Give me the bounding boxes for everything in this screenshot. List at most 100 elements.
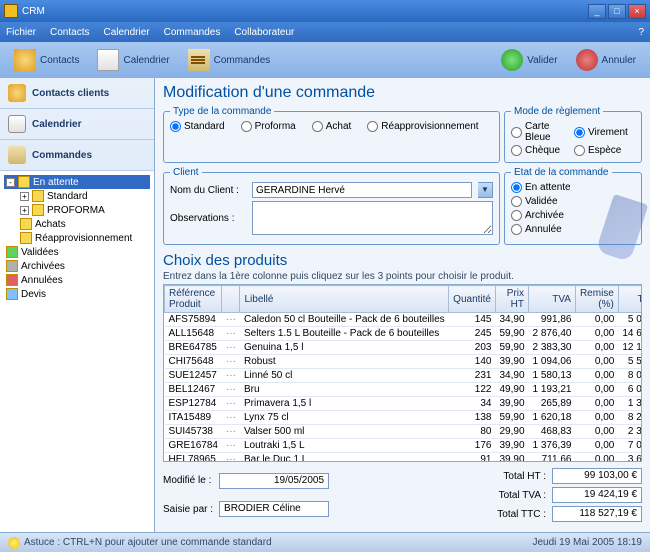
ellipsis-button[interactable]: ··· — [222, 327, 240, 341]
radio-type-1[interactable]: Proforma — [241, 121, 296, 132]
tree-reappro[interactable]: Réapprovisionnement — [18, 231, 150, 245]
menubar: Fichier Contacts Calendrier Commandes Co… — [0, 22, 650, 42]
table-row[interactable]: HEL78965···Bar le Duc 1 L9139,90711,660,… — [165, 453, 643, 463]
col-header[interactable]: Libellé — [240, 286, 449, 313]
menu-calendrier[interactable]: Calendrier — [103, 27, 149, 38]
ellipsis-button[interactable]: ··· — [222, 313, 240, 327]
menu-help[interactable]: ? — [638, 27, 644, 38]
table-row[interactable]: BEL12467···Bru12249,901 193,210,006 087,… — [165, 383, 643, 397]
col-header[interactable]: Quantité — [449, 286, 496, 313]
toolbar-commandes[interactable]: Commandes — [182, 46, 277, 74]
expand-icon[interactable]: + — [20, 206, 29, 215]
radio-label: Annulée — [525, 224, 562, 235]
radio-label: En attente — [525, 182, 571, 193]
table-row[interactable]: AFS75894···Caledon 50 cl Bouteille - Pac… — [165, 313, 643, 327]
menu-contacts[interactable]: Contacts — [50, 27, 89, 38]
ellipsis-button[interactable]: ··· — [222, 355, 240, 369]
col-header[interactable]: Total HT — [618, 286, 642, 313]
tree-archivees[interactable]: Archivées — [4, 259, 150, 273]
table-row[interactable]: CHI75648···Robust14039,901 094,060,005 5… — [165, 355, 643, 369]
table-row[interactable]: ALL15648···Selters 1.5 L Bouteille - Pac… — [165, 327, 643, 341]
radio-input[interactable] — [511, 224, 522, 235]
tree-proforma[interactable]: + PROFORMA — [18, 203, 150, 217]
radio-input[interactable] — [511, 145, 522, 156]
radio-input[interactable] — [511, 196, 522, 207]
tree-standard[interactable]: +Standard — [18, 189, 150, 203]
cell: 59,90 — [495, 341, 528, 355]
minimize-button[interactable]: _ — [588, 4, 606, 19]
ellipsis-button[interactable]: ··· — [222, 397, 240, 411]
ellipsis-button[interactable]: ··· — [222, 453, 240, 463]
table-row[interactable]: BRE64785···Genuina 1,5 l20359,902 383,30… — [165, 341, 643, 355]
toolbar-calendrier[interactable]: Calendrier — [91, 46, 175, 74]
menu-collaborateur[interactable]: Collaborateur — [234, 27, 294, 38]
table-row[interactable]: SUE12457···Linné 50 cl23134,901 580,130,… — [165, 369, 643, 383]
radio-mode-3[interactable]: Espèce — [574, 145, 635, 156]
products-table-wrap[interactable]: Référence ProduitLibelléQuantitéPrix HTT… — [163, 284, 642, 462]
ellipsis-button[interactable]: ··· — [222, 411, 240, 425]
ellipsis-button[interactable]: ··· — [222, 439, 240, 453]
table-row[interactable]: SUI45738···Valser 500 ml8029,90468,830,0… — [165, 425, 643, 439]
collapse-icon[interactable]: - — [6, 178, 15, 187]
sidebar-calendrier[interactable]: Calendrier — [0, 109, 154, 140]
radio-mode-0[interactable]: Carte Bleue — [511, 121, 572, 143]
folder-icon — [32, 190, 44, 202]
total-tva-label: Total TVA : — [497, 490, 546, 501]
radio-input[interactable] — [511, 127, 522, 138]
ellipsis-button[interactable]: ··· — [222, 369, 240, 383]
sidebar-commandes-label: Commandes — [32, 150, 92, 161]
expand-icon[interactable]: + — [20, 192, 29, 201]
radio-type-3[interactable]: Réapprovisionnement — [367, 121, 478, 132]
client-name-input[interactable] — [252, 182, 472, 198]
radio-mode-2[interactable]: Chèque — [511, 145, 572, 156]
radio-input[interactable] — [511, 210, 522, 221]
toolbar-valider[interactable]: Valider — [495, 46, 563, 74]
radio-input[interactable] — [511, 182, 522, 193]
menu-commandes[interactable]: Commandes — [164, 27, 221, 38]
radio-type-0[interactable]: Standard — [170, 121, 225, 132]
radio-type-2[interactable]: Achat — [312, 121, 352, 132]
col-header[interactable]: Référence Produit — [165, 286, 222, 313]
cell: CHI75648 — [165, 355, 222, 369]
tree-en-attente[interactable]: -En attente — [4, 175, 150, 189]
folder-icon — [32, 204, 44, 216]
contacts-icon — [14, 49, 36, 71]
ellipsis-button[interactable]: ··· — [222, 341, 240, 355]
observations-input[interactable] — [252, 201, 493, 235]
cell: Loutraki 1,5 L — [240, 439, 449, 453]
radio-input[interactable] — [170, 121, 181, 132]
radio-input[interactable] — [574, 145, 585, 156]
saisie-value: BRODIER Céline — [219, 501, 329, 517]
table-row[interactable]: ITA15489···Lynx 75 cl13859,901 620,180,0… — [165, 411, 643, 425]
radio-mode-1[interactable]: Virement — [574, 121, 635, 143]
radio-input[interactable] — [241, 121, 252, 132]
radio-etat-0[interactable]: En attente — [511, 182, 635, 193]
tree-achats[interactable]: Achats — [18, 217, 150, 231]
cell: 0,00 — [575, 313, 618, 327]
radio-input[interactable] — [367, 121, 378, 132]
ellipsis-button[interactable]: ··· — [222, 425, 240, 439]
maximize-button[interactable]: □ — [608, 4, 626, 19]
col-header[interactable]: Prix HT — [495, 286, 528, 313]
radio-input[interactable] — [574, 127, 585, 138]
tree-validees[interactable]: Validées — [4, 245, 150, 259]
tree-annulees[interactable]: Annulées — [4, 273, 150, 287]
table-row[interactable]: GRE16784···Loutraki 1,5 L17639,901 376,3… — [165, 439, 643, 453]
close-button[interactable]: × — [628, 4, 646, 19]
tree-item-label: PROFORMA — [47, 205, 105, 216]
toolbar-contacts[interactable]: Contacts — [8, 46, 85, 74]
sidebar-contacts[interactable]: Contacts clients — [0, 78, 154, 109]
col-header[interactable] — [222, 286, 240, 313]
sidebar-commandes[interactable]: Commandes — [0, 140, 154, 171]
tree-devis[interactable]: Devis — [4, 287, 150, 301]
table-row[interactable]: ESP12784···Primavera 1,5 l3439,90265,890… — [165, 397, 643, 411]
cell: 6 087,80 € — [618, 383, 642, 397]
radio-input[interactable] — [312, 121, 323, 132]
menu-fichier[interactable]: Fichier — [6, 27, 36, 38]
cell: 1 376,39 — [529, 439, 576, 453]
col-header[interactable]: Remise (%) — [575, 286, 618, 313]
ellipsis-button[interactable]: ··· — [222, 383, 240, 397]
toolbar-annuler[interactable]: Annuler — [570, 46, 642, 74]
col-header[interactable]: TVA — [529, 286, 576, 313]
client-dropdown[interactable]: ▼ — [478, 182, 493, 198]
